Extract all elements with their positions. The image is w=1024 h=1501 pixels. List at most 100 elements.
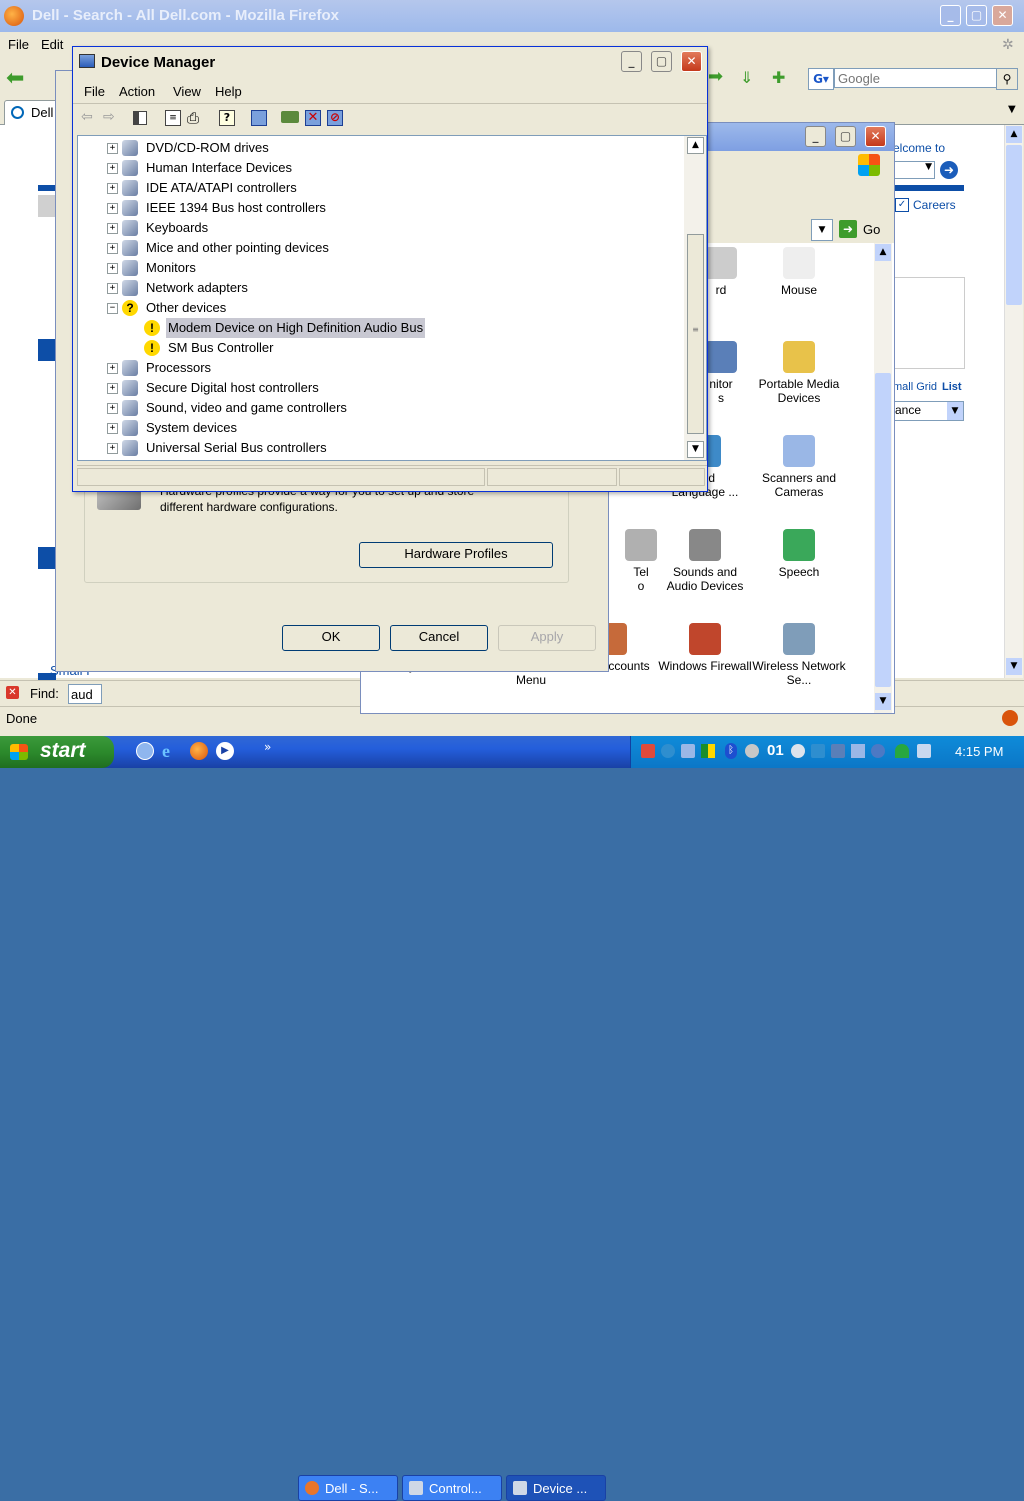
- cp-minimize-button[interactable]: _: [805, 126, 826, 147]
- expand-icon[interactable]: +: [107, 183, 118, 194]
- collapse-icon[interactable]: −: [107, 303, 118, 314]
- scroll-down-button[interactable]: ▼: [1006, 658, 1022, 675]
- forward-arrow-icon[interactable]: ➡: [708, 66, 723, 87]
- dm-maximize-button[interactable]: ▢: [651, 51, 672, 72]
- maximize-button[interactable]: ▢: [966, 5, 987, 26]
- address-dropdown-button[interactable]: ▼: [811, 219, 833, 241]
- properties-icon[interactable]: ≡: [165, 110, 181, 126]
- page-scrollbar[interactable]: ▲ ▼: [1004, 125, 1023, 678]
- disable-icon[interactable]: ⊘: [327, 110, 343, 126]
- device-category[interactable]: −? Other devices: [78, 298, 678, 318]
- control-panel-item[interactable]: Portable Media Devices: [751, 341, 847, 405]
- tray-icon-10[interactable]: [871, 744, 885, 758]
- tray-icon-6[interactable]: [791, 744, 805, 758]
- list-link[interactable]: List: [942, 381, 962, 393]
- device-category[interactable]: + Monitors: [78, 258, 678, 278]
- expand-icon[interactable]: +: [107, 143, 118, 154]
- start-button[interactable]: start: [0, 736, 114, 768]
- device-category[interactable]: + Human Interface Devices: [78, 158, 678, 178]
- scroll-up-button[interactable]: ▲: [687, 137, 704, 154]
- control-panel-item[interactable]: Sounds and Audio Devices: [657, 529, 753, 593]
- dm-menu-view[interactable]: View: [173, 84, 201, 99]
- expand-icon[interactable]: +: [107, 283, 118, 294]
- dm-menu-help[interactable]: Help: [215, 84, 242, 99]
- device-category[interactable]: + Mice and other pointing devices: [78, 238, 678, 258]
- device-item[interactable]: ! Modem Device on High Definition Audio B…: [78, 318, 678, 338]
- download-icon[interactable]: ⇓: [740, 68, 753, 87]
- device-category[interactable]: + DVD/CD-ROM drives: [78, 138, 678, 158]
- help-icon[interactable]: ?: [219, 110, 235, 126]
- go-arrow-icon[interactable]: ➜: [940, 161, 958, 179]
- control-panel-item[interactable]: Speech: [751, 529, 847, 579]
- menu-file[interactable]: File: [8, 37, 29, 52]
- device-category[interactable]: + Network adapters: [78, 278, 678, 298]
- control-panel-item[interactable]: Mouse: [751, 247, 847, 297]
- scroll-thumb[interactable]: [875, 373, 891, 687]
- close-button[interactable]: ✕: [992, 5, 1013, 26]
- tray-icon-3[interactable]: [681, 744, 695, 758]
- find-input[interactable]: [68, 684, 102, 704]
- expand-icon[interactable]: +: [107, 163, 118, 174]
- tab-list-icon[interactable]: ▼: [1008, 104, 1016, 115]
- device-category[interactable]: + System devices: [78, 418, 678, 438]
- back-icon[interactable]: ⇦: [81, 109, 93, 125]
- firefox-icon[interactable]: [190, 742, 208, 760]
- scan-hardware-icon[interactable]: [251, 110, 267, 126]
- device-category[interactable]: + Universal Serial Bus controllers: [78, 438, 678, 458]
- find-close-icon[interactable]: ✕: [6, 686, 19, 699]
- cp-scrollbar[interactable]: ▲ ▼: [874, 243, 892, 713]
- device-category[interactable]: + IDE ATA/ATAPI controllers: [78, 178, 678, 198]
- expand-icon[interactable]: +: [107, 443, 118, 454]
- expand-icon[interactable]: +: [107, 403, 118, 414]
- internet-explorer-icon[interactable]: e: [162, 742, 170, 760]
- new-tab-icon[interactable]: ✚: [772, 68, 785, 87]
- taskbar-button[interactable]: Control...: [402, 1475, 502, 1501]
- apply-button[interactable]: Apply: [498, 625, 596, 651]
- dm-menu-action[interactable]: Action: [119, 84, 155, 99]
- cp-maximize-button[interactable]: ▢: [835, 126, 856, 147]
- search-input[interactable]: [834, 68, 1002, 88]
- tree-scrollbar[interactable]: ▲ ≡ ▼: [684, 136, 706, 460]
- taskbar-button[interactable]: Device ...: [506, 1475, 606, 1501]
- device-category[interactable]: + Keyboards: [78, 218, 678, 238]
- device-category[interactable]: + IEEE 1394 Bus host controllers: [78, 198, 678, 218]
- dm-minimize-button[interactable]: _: [621, 51, 642, 72]
- expand-icon[interactable]: +: [107, 363, 118, 374]
- scroll-thumb[interactable]: ≡: [687, 234, 704, 434]
- wireless-signal-icon[interactable]: [895, 744, 909, 758]
- device-item[interactable]: ! SM Bus Controller: [78, 338, 678, 358]
- itunes-icon[interactable]: [136, 742, 154, 760]
- tray-icon-11[interactable]: [917, 744, 931, 758]
- quick-launch-expand-icon[interactable]: »: [264, 740, 271, 754]
- careers-link[interactable]: Careers: [913, 198, 956, 212]
- cancel-button[interactable]: Cancel: [390, 625, 488, 651]
- expand-icon[interactable]: +: [107, 203, 118, 214]
- scroll-thumb[interactable]: [1006, 145, 1022, 305]
- uninstall-icon[interactable]: ✕: [305, 110, 321, 126]
- expand-icon[interactable]: +: [107, 263, 118, 274]
- small-grid-link[interactable]: mall Grid: [893, 381, 937, 393]
- ok-button[interactable]: OK: [282, 625, 380, 651]
- search-engine-button[interactable]: G▾: [808, 68, 834, 90]
- go-button[interactable]: ➜ Go: [837, 219, 887, 239]
- console-tree-icon[interactable]: [133, 111, 147, 125]
- tab-dell[interactable]: Dell: [4, 100, 62, 125]
- update-driver-icon[interactable]: [281, 111, 299, 123]
- tray-icon-2[interactable]: [661, 744, 675, 758]
- forward-icon[interactable]: ⇨: [103, 109, 115, 125]
- dm-menu-file[interactable]: File: [84, 84, 105, 99]
- device-category[interactable]: + Processors: [78, 358, 678, 378]
- menu-edit[interactable]: Edit: [41, 37, 63, 52]
- expand-icon[interactable]: +: [107, 223, 118, 234]
- tray-icon-1[interactable]: [641, 744, 655, 758]
- tray-icon-8[interactable]: [831, 744, 845, 758]
- scroll-down-button[interactable]: ▼: [687, 441, 704, 458]
- expand-icon[interactable]: +: [107, 383, 118, 394]
- back-arrow-icon[interactable]: ⬅: [6, 66, 24, 91]
- dm-close-button[interactable]: ✕: [681, 51, 702, 72]
- bluetooth-icon[interactable]: ᛒ: [725, 743, 737, 759]
- print-icon[interactable]: ⎙: [187, 109, 199, 127]
- device-category[interactable]: + Secure Digital host controllers: [78, 378, 678, 398]
- scroll-up-button[interactable]: ▲: [875, 244, 891, 261]
- tray-icon-7[interactable]: [811, 744, 825, 758]
